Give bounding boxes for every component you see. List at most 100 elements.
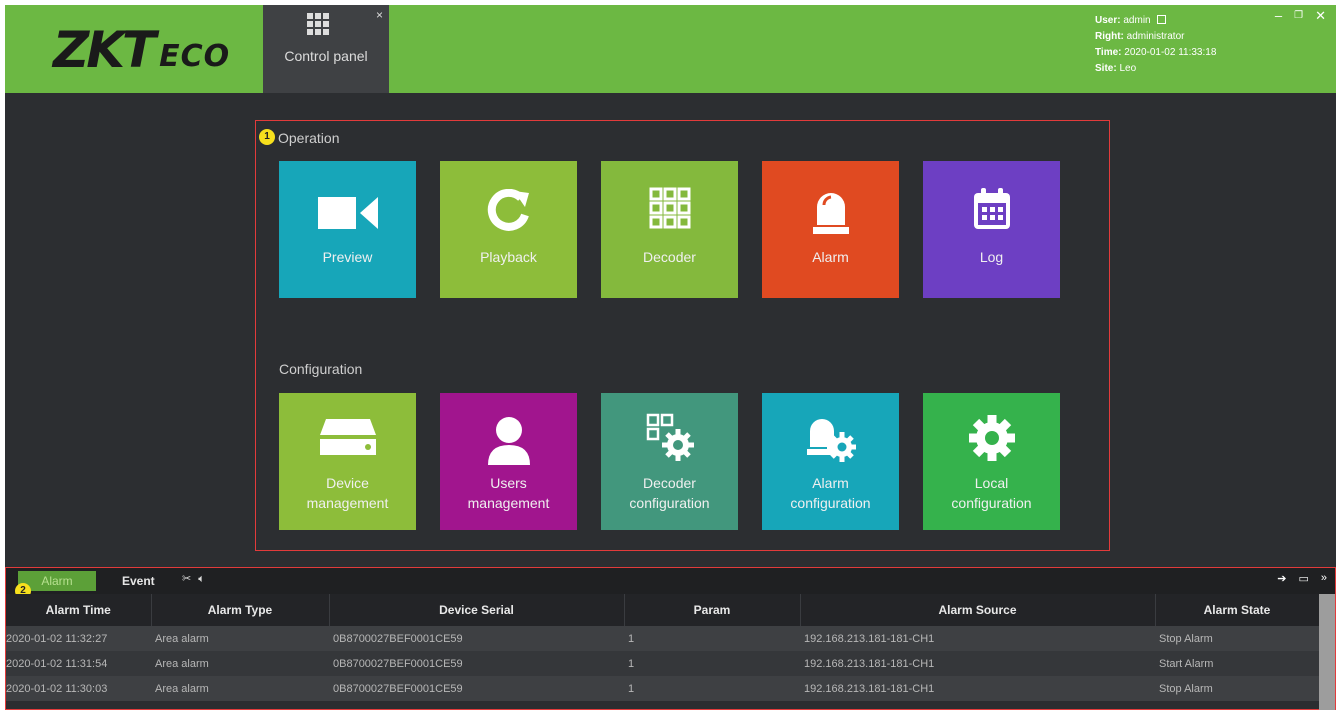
grid-icon (649, 187, 690, 229)
tile-alarm[interactable]: Alarm (762, 161, 899, 298)
maximize-icon[interactable]: ▭ (1298, 572, 1308, 585)
tile-preview[interactable]: Preview (279, 161, 416, 298)
tile-alarm-config-label-2: configuration (790, 495, 871, 511)
tile-alarm-config-label-1: Alarm (812, 475, 849, 491)
user-icon (487, 417, 530, 465)
server-icon (319, 419, 376, 455)
window-controls: – ❐ ✕ (1275, 8, 1326, 24)
tile-log-label: Log (979, 249, 1004, 265)
apps-grid-icon (307, 13, 329, 35)
grid-gear-icon (646, 413, 694, 461)
cell-alarm-time: 2020-01-02 11:32:27 (6, 626, 151, 651)
user-value: admin (1123, 15, 1151, 26)
control-panel-main: 1 Operation Preview Playback Decoder Ala… (5, 93, 1336, 567)
time-label: Time: (1095, 47, 1122, 58)
cell-alarm-state: Start Alarm (1155, 651, 1319, 676)
table-row[interactable]: 2020-01-02 11:31:54 Area alarm 0B8700027… (6, 651, 1319, 676)
tile-device-management[interactable]: Device management (279, 393, 416, 530)
tile-alarm-configuration[interactable]: Alarm configuration (762, 393, 899, 530)
tile-local-config-label-2: configuration (951, 495, 1032, 511)
alarm-event-panel: Alarm Event ✂ 🔈︎ ➔ ▭ » 2 Alarm Time Alar… (5, 567, 1336, 710)
table-scrollbar[interactable] (1319, 594, 1335, 710)
sound-icon[interactable]: 🔈︎ (198, 573, 205, 585)
tile-users-label-1: Users (490, 475, 527, 491)
tile-local-configuration[interactable]: Local configuration (923, 393, 1060, 530)
right-label: Right: (1095, 31, 1124, 42)
col-alarm-time[interactable]: Alarm Time (6, 594, 152, 626)
tile-decoder-config-label-1: Decoder (643, 475, 696, 491)
panel-tools: ✂ 🔈︎ (182, 572, 205, 586)
tile-playback[interactable]: Playback (440, 161, 577, 298)
site-label: Site: (1095, 63, 1117, 74)
cell-param: 1 (624, 676, 800, 701)
minimize-icon[interactable]: – (1275, 8, 1282, 24)
col-param[interactable]: Param (624, 594, 801, 626)
table-header-row: Alarm Time Alarm Type Device Serial Para… (6, 594, 1320, 626)
gear-icon (968, 415, 1015, 461)
cell-alarm-state: Stop Alarm (1155, 676, 1319, 701)
operation-title: Operation (278, 130, 340, 146)
tile-device-label-2: management (306, 495, 389, 511)
table-row[interactable]: 2020-01-02 11:32:27 Area alarm 0B8700027… (6, 626, 1319, 651)
zkteco-logo: ZKT ECO (53, 21, 230, 79)
cell-alarm-source: 192.168.213.181-181-CH1 (800, 651, 1155, 676)
cell-alarm-type: Area alarm (151, 651, 329, 676)
tab-control-panel-label: Control panel (284, 48, 368, 64)
tile-decoder[interactable]: Decoder (601, 161, 738, 298)
tile-alarm-label: Alarm (812, 249, 849, 265)
col-alarm-source[interactable]: Alarm Source (800, 594, 1156, 626)
restore-icon[interactable]: ❐ (1294, 10, 1303, 24)
cell-alarm-type: Area alarm (151, 626, 329, 651)
logout-icon[interactable] (1157, 15, 1167, 24)
alarm-gear-icon (806, 419, 856, 462)
tile-decoder-config-label-2: configuration (629, 495, 710, 511)
cell-device-serial: 0B8700027BEF0001CE59 (329, 676, 624, 701)
tile-users-management[interactable]: Users management (440, 393, 577, 530)
calendar-icon (973, 188, 1010, 229)
col-device-serial[interactable]: Device Serial (329, 594, 625, 626)
tile-device-label-1: Device (326, 475, 369, 491)
time-value: 2020-01-02 11:33:18 (1124, 47, 1217, 58)
tile-playback-label: Playback (480, 249, 537, 265)
video-camera-icon (317, 197, 378, 229)
tab-control-panel[interactable]: × Control panel (263, 5, 389, 93)
table-row[interactable]: 2020-01-02 11:30:03 Area alarm 0B8700027… (6, 676, 1319, 701)
cell-alarm-source: 192.168.213.181-181-CH1 (800, 676, 1155, 701)
user-info: User: admin Right: administrator Time: 2… (1095, 13, 1216, 77)
site-value: Leo (1119, 63, 1137, 74)
tile-log[interactable]: Log (923, 161, 1060, 298)
callout-badge-1: 1 (259, 129, 275, 145)
top-header: ZKT ECO × Control panel User: admin Righ… (5, 5, 1336, 93)
cell-device-serial: 0B8700027BEF0001CE59 (329, 626, 624, 651)
logo-zk: ZKT (53, 21, 156, 79)
tile-decoder-configuration[interactable]: Decoder configuration (601, 393, 738, 530)
tile-users-label-2: management (467, 495, 550, 511)
user-label: User: (1095, 15, 1121, 26)
refresh-icon (487, 189, 529, 231)
cell-device-serial: 0B8700027BEF0001CE59 (329, 651, 624, 676)
cell-alarm-time: 2020-01-02 11:31:54 (6, 651, 151, 676)
col-alarm-type[interactable]: Alarm Type (151, 594, 330, 626)
clear-icon[interactable]: ✂ (182, 573, 191, 585)
cell-param: 1 (624, 651, 800, 676)
tab-event[interactable]: Event (122, 571, 155, 591)
cell-alarm-source: 192.168.213.181-181-CH1 (800, 626, 1155, 651)
panel-controls: ➔ ▭ » (1277, 572, 1327, 585)
collapse-icon[interactable]: » (1321, 572, 1327, 585)
right-value: administrator (1126, 31, 1185, 42)
col-alarm-state[interactable]: Alarm State (1155, 594, 1320, 626)
cell-alarm-state: Stop Alarm (1155, 626, 1319, 651)
pin-icon[interactable]: ➔ (1277, 572, 1286, 585)
cell-alarm-type: Area alarm (151, 676, 329, 701)
tab-close-icon[interactable]: × (376, 8, 383, 22)
logo-eco: ECO (159, 38, 231, 74)
panel-tab-bar: Alarm Event ✂ 🔈︎ ➔ ▭ » (6, 568, 1335, 594)
tile-decoder-label: Decoder (643, 249, 696, 265)
configuration-title: Configuration (279, 361, 363, 377)
tile-local-config-label-1: Local (974, 475, 1009, 491)
cell-param: 1 (624, 626, 800, 651)
close-icon[interactable]: ✕ (1315, 8, 1326, 24)
alarm-bell-icon (812, 193, 849, 234)
alarm-table: Alarm Time Alarm Type Device Serial Para… (6, 594, 1320, 701)
tile-preview-label: Preview (322, 249, 373, 265)
